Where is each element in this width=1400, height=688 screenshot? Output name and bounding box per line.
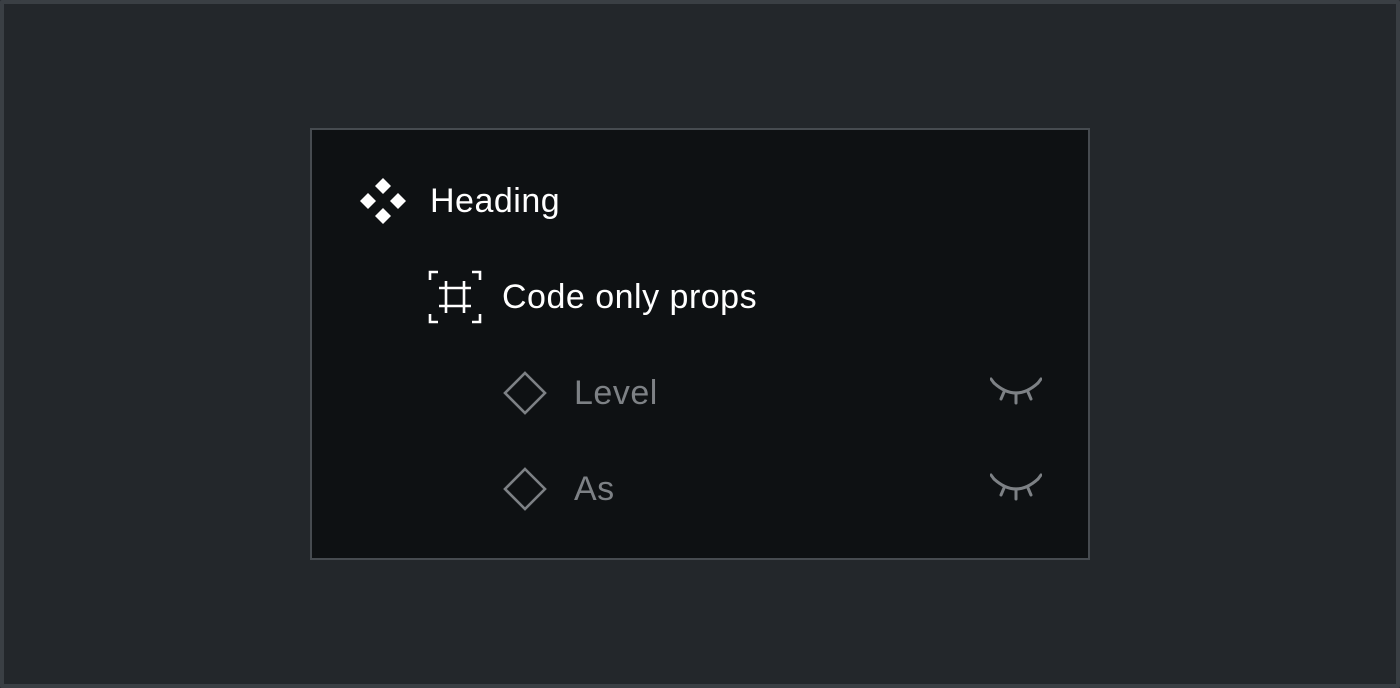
- layer-row-as[interactable]: As: [502, 461, 615, 517]
- component-icon: [358, 176, 408, 226]
- layers-panel: Heading Code only props Level As: [310, 128, 1090, 560]
- layer-row-heading[interactable]: Heading: [358, 173, 560, 229]
- layer-label-level: Level: [574, 373, 658, 412]
- layer-row-level[interactable]: Level: [502, 365, 658, 421]
- layer-row-code-only-props[interactable]: Code only props: [428, 269, 757, 325]
- layer-label-heading: Heading: [430, 181, 561, 220]
- layer-label-code-only-props: Code only props: [502, 277, 758, 316]
- layer-label-as: As: [574, 469, 615, 508]
- frame-icon: [428, 270, 482, 324]
- instance-diamond-icon: [502, 370, 548, 416]
- eye-closed-icon[interactable]: [990, 473, 1042, 503]
- instance-diamond-icon: [502, 466, 548, 512]
- eye-closed-icon[interactable]: [990, 377, 1042, 407]
